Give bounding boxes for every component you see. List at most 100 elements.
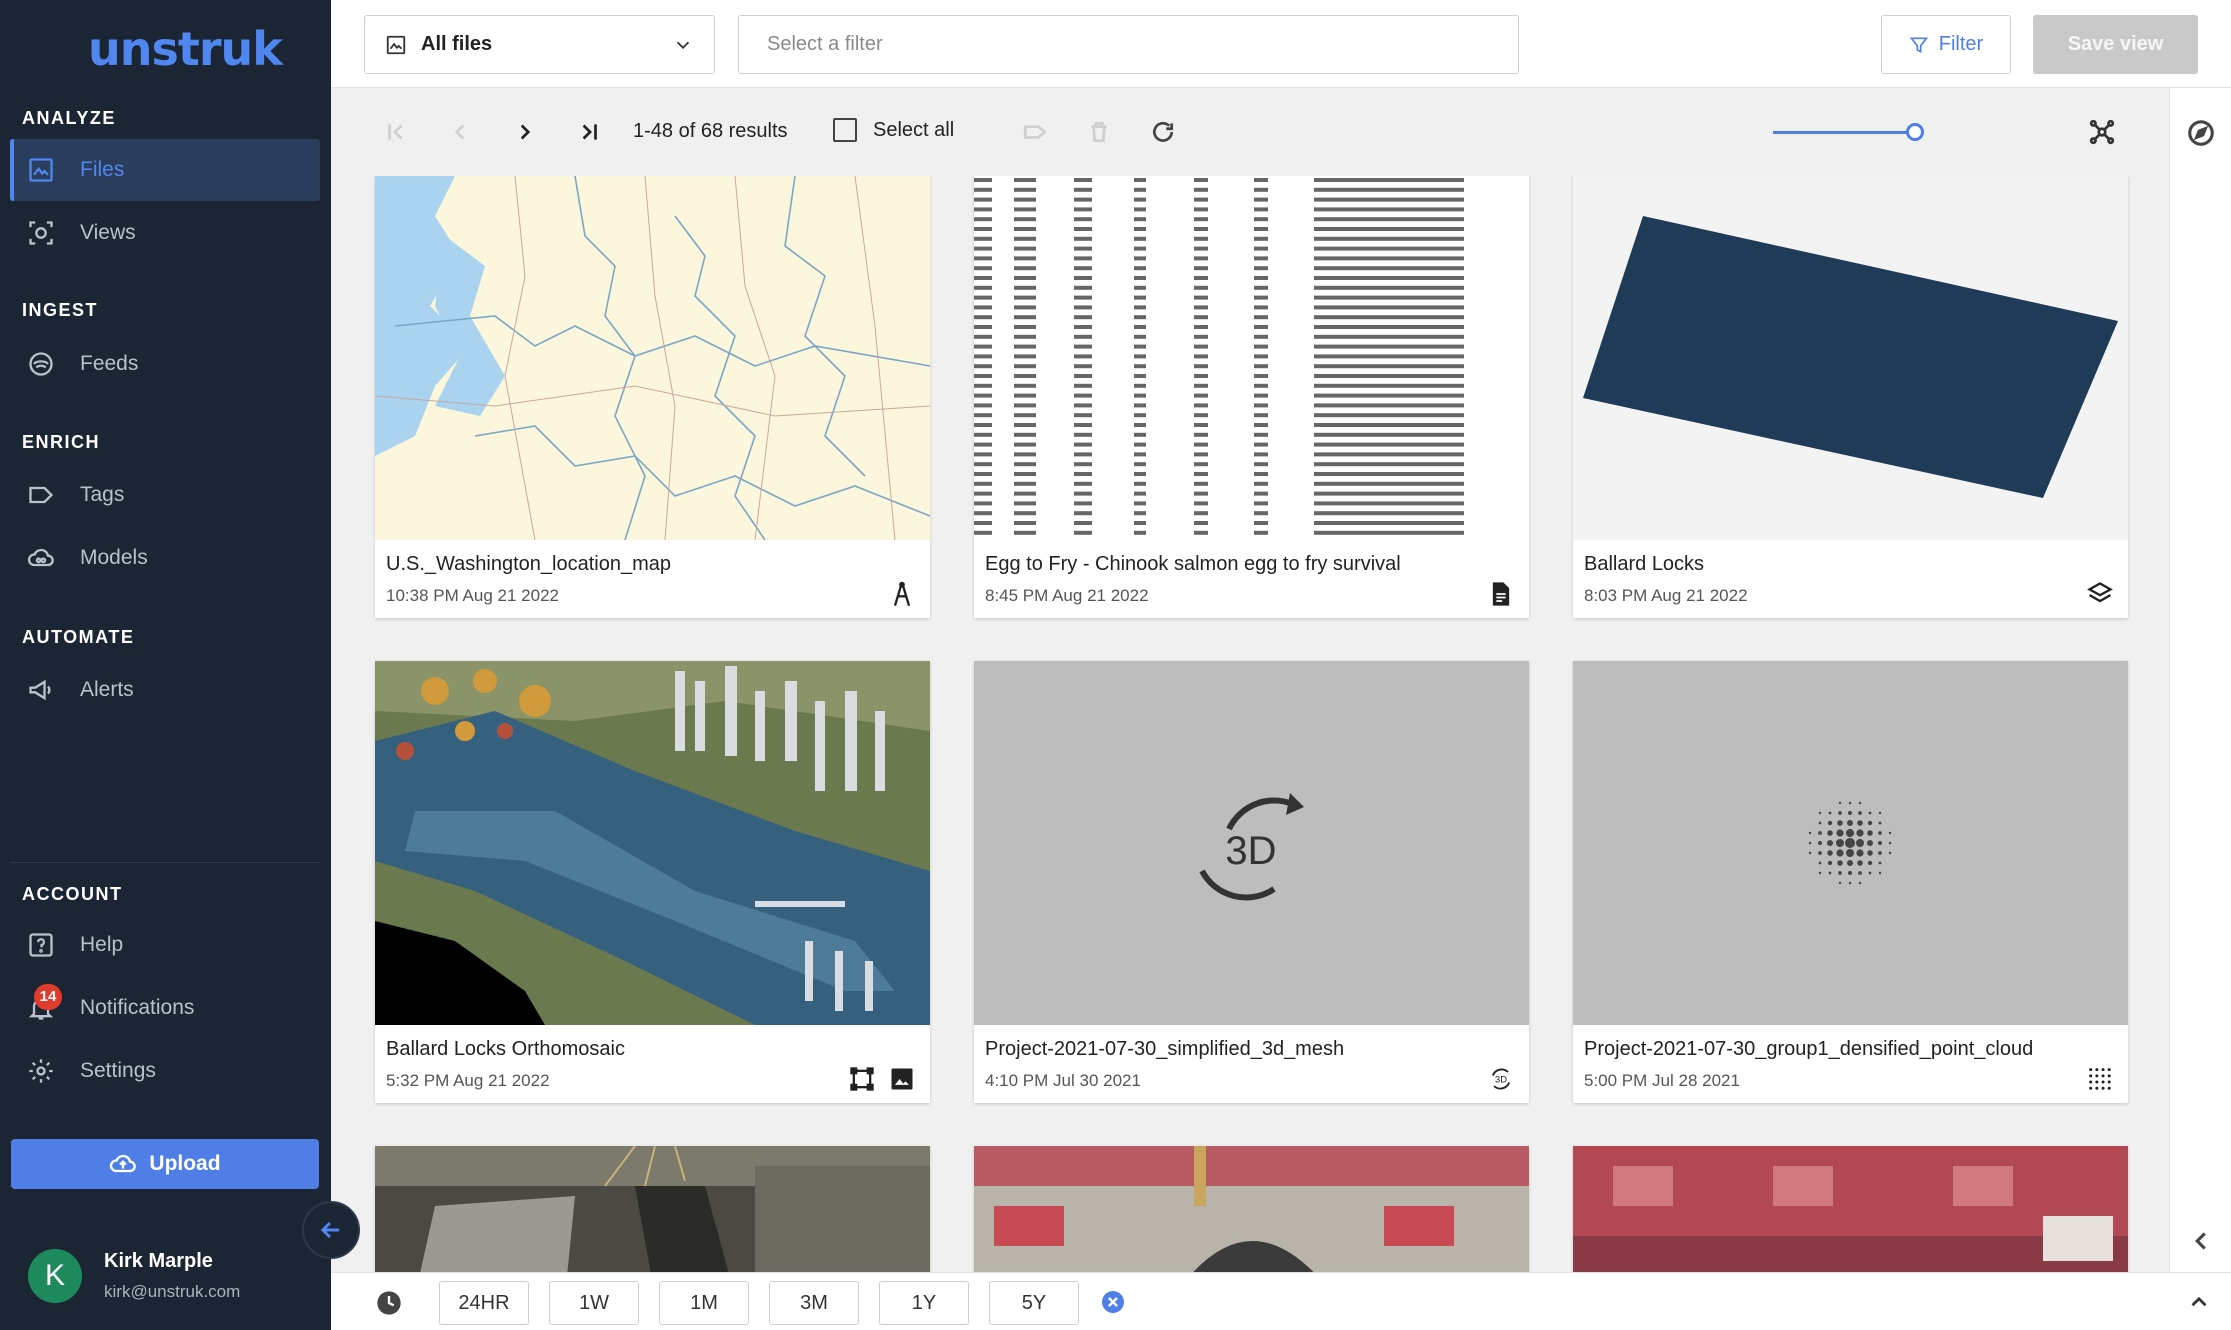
refresh-icon[interactable] [1145,114,1181,150]
clear-range-icon[interactable] [1101,1290,1125,1314]
filter-button[interactable]: Filter [1881,15,2011,74]
file-card[interactable]: Ballard Locks Orthomosaic 5:32 PM Aug 21… [375,661,930,1103]
graph-view-icon[interactable] [2084,114,2120,150]
select-all-checkbox[interactable]: Select all [833,118,954,142]
section-ingest: INGEST [22,300,99,320]
arrow-left-icon [320,1221,340,1239]
camera-scan-icon [24,216,58,250]
sidebar-item-feeds[interactable]: Feeds [10,333,320,395]
vector-pen-icon [888,580,916,608]
list-view-icon[interactable] [2020,114,2056,150]
bounding-box-icon [848,1065,876,1093]
plane-thumbnail [1573,176,2128,540]
range-1w-button[interactable]: 1W [549,1281,639,1325]
card-title: Ballard Locks Orthomosaic [386,1038,625,1060]
grid-view-icon[interactable] [1956,114,1992,150]
first-page-icon[interactable] [378,114,414,150]
dock-thumbnail [375,1146,930,1272]
user-email: kirk@unstruk.com [104,1282,241,1301]
notification-badge: 14 [34,984,62,1010]
select-all-label: Select all [873,118,955,141]
image-icon [24,153,58,187]
range-3m-button[interactable]: 3M [769,1281,859,1325]
card-title: U.S._Washington_location_map [386,553,671,575]
chevron-left-icon[interactable] [2186,1226,2216,1256]
section-account: ACCOUNT [22,884,123,904]
3d-label: 3D [1225,829,1276,873]
avatar[interactable]: K [28,1249,82,1303]
logo[interactable]: unstruk [88,22,283,76]
save-view-button[interactable]: Save view [2033,15,2198,74]
help-icon [24,928,58,962]
previous-page-icon[interactable] [442,114,478,150]
map-thumbnail [375,176,930,540]
range-24hr-button[interactable]: 24HR [439,1281,529,1325]
orthomosaic-thumbnail [375,661,930,1025]
3d-icon-label: 3D [1495,1075,1507,1085]
sidebar-item-files[interactable]: Files [10,139,320,201]
file-card[interactable] [974,1146,1529,1272]
compass-icon[interactable] [2186,118,2216,148]
filter-label: Filter [1938,33,1984,55]
file-card[interactable]: Egg to Fry - Chinook salmon egg to fry s… [974,176,1529,618]
range-1y-button[interactable]: 1Y [879,1281,969,1325]
image-icon [386,35,406,54]
file-card[interactable]: Ballard Locks 8:03 PM Aug 21 2022 [1573,176,2128,618]
card-title: Egg to Fry - Chinook salmon egg to fry s… [985,553,1401,575]
chevron-up-icon[interactable] [2186,1289,2212,1315]
sidebar-item-label: Settings [80,1059,156,1082]
sidebar-item-label: Alerts [80,678,134,701]
sidebar-item-models[interactable]: Models [10,527,320,589]
sidebar-item-label: Feeds [80,352,139,375]
funnel-icon [1909,37,1928,53]
section-enrich: ENRICH [22,432,101,452]
image-icon [888,1065,916,1093]
chevron-down-icon [676,41,690,49]
layers-icon [2086,580,2114,608]
megaphone-icon [24,673,58,707]
filter-input[interactable] [738,15,1519,74]
sidebar-item-views[interactable]: Views [10,202,320,264]
file-card[interactable]: Project-2021-07-30_group1_densified_poin… [1573,661,2128,1103]
checkbox-icon[interactable] [833,118,857,142]
card-title: Project-2021-07-30_group1_densified_poin… [1584,1038,2034,1060]
sidebar-item-label: Files [80,158,125,181]
sidebar-item-settings[interactable]: Settings [10,1040,320,1102]
files-scope-select[interactable]: All files [364,15,715,74]
section-automate: AUTOMATE [22,627,135,647]
file-card[interactable] [375,1146,930,1272]
sidebar-item-label: Models [80,546,148,569]
gear-icon [24,1054,58,1088]
upload-button[interactable]: Upload [11,1139,319,1189]
trash-icon[interactable] [1081,114,1117,150]
3d-rotate-icon: 3D [1487,1065,1515,1093]
range-5y-button[interactable]: 5Y [989,1281,1079,1325]
slider-handle[interactable] [1906,123,1924,141]
last-page-icon[interactable] [571,114,607,150]
sidebar-item-tags[interactable]: Tags [10,464,320,526]
cloud-upload-icon [110,1154,137,1173]
file-card[interactable]: U.S._Washington_location_map 10:38 PM Au… [375,176,930,618]
file-grid: U.S._Washington_location_map 10:38 PM Au… [331,176,2169,1272]
range-1m-button[interactable]: 1M [659,1281,749,1325]
tag-icon[interactable] [1017,114,1053,150]
collapse-sidebar-button[interactable] [302,1201,360,1259]
card-date: 8:03 PM Aug 21 2022 [1584,586,1748,605]
sidebar-item-label: Help [80,933,124,956]
file-card[interactable]: 3D Project-2021-07-30_simplified_3d_mesh… [974,661,1529,1103]
locks-machinery-thumbnail [974,1146,1529,1272]
card-title: Project-2021-07-30_simplified_3d_mesh [985,1038,1345,1060]
sidebar-item-help[interactable]: Help [10,914,320,976]
sidebar-item-alerts[interactable]: Alerts [10,659,320,721]
feed-icon [24,347,58,381]
files-select-value: All files [421,33,493,55]
file-card[interactable] [1573,1146,2128,1272]
tag-icon [24,478,58,512]
card-date: 4:10 PM Jul 30 2021 [985,1071,1141,1090]
locks-gate-thumbnail [1573,1146,2128,1272]
results-toolbar: 1-48 of 68 results Select all [331,88,2169,176]
cloud-brain-icon [24,541,58,575]
clock-icon [375,1289,403,1317]
thumbnail-size-slider[interactable] [1773,131,1913,134]
next-page-icon[interactable] [507,114,543,150]
